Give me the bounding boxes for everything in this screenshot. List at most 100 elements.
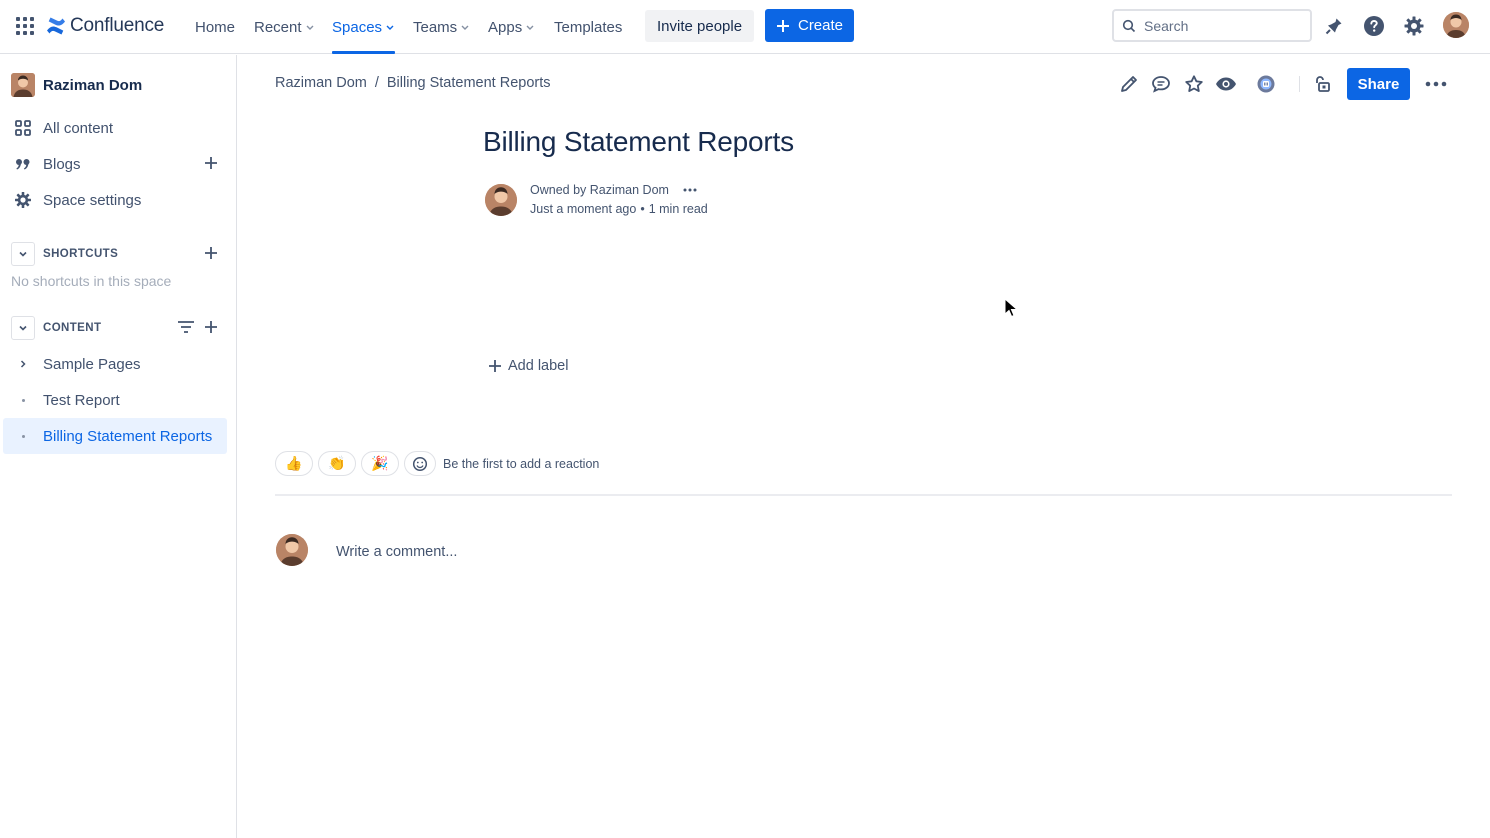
space-header[interactable]: Raziman Dom	[11, 73, 142, 97]
add-blog-plus-icon[interactable]	[203, 155, 219, 171]
nav-recent[interactable]: Recent	[254, 0, 315, 54]
meta-separator: •	[640, 202, 645, 216]
profile-avatar[interactable]	[1443, 12, 1469, 38]
plus-icon	[488, 359, 502, 373]
comments-divider	[275, 494, 1452, 496]
nav-templates[interactable]: Templates	[554, 0, 622, 54]
content-heading: CONTENT	[43, 322, 102, 334]
add-content-plus-icon[interactable]	[203, 319, 219, 335]
breadcrumb-page-link[interactable]: Billing Statement Reports	[387, 75, 551, 91]
confluence-logo-icon	[46, 16, 66, 36]
tree-item-label: Test Report	[43, 391, 120, 409]
app-switcher-icon[interactable]	[14, 15, 36, 37]
toolbar-divider	[1299, 76, 1300, 92]
notifications-icon[interactable]	[1321, 13, 1347, 39]
nav-teams[interactable]: Teams	[413, 0, 470, 54]
owner-avatar[interactable]	[485, 184, 517, 216]
chevron-down-icon	[18, 249, 28, 259]
more-actions-icon[interactable]	[1424, 72, 1448, 96]
mouse-pointer-icon	[1004, 298, 1018, 318]
search-icon	[1122, 19, 1136, 33]
space-avatar	[11, 73, 35, 97]
confluence-logo[interactable]: Confluence	[46, 13, 164, 39]
help-icon[interactable]	[1361, 13, 1387, 39]
nav-templates-label: Templates	[554, 18, 623, 36]
add-shortcut-plus-icon[interactable]	[203, 245, 219, 261]
updated-time: Just a moment ago	[530, 202, 637, 216]
quote-icon	[13, 154, 33, 174]
top-navigation: Confluence Home Recent Spaces Teams Apps…	[0, 0, 1490, 54]
read-time: 1 min read	[648, 202, 708, 216]
nav-spaces[interactable]: Spaces	[332, 0, 396, 54]
tree-item-label: Billing Statement Reports	[43, 427, 213, 445]
search-input[interactable]	[1144, 17, 1294, 34]
tree-item-test-report[interactable]: Test Report	[3, 382, 227, 418]
comment-icon[interactable]	[1149, 72, 1173, 96]
gear-icon	[13, 190, 33, 210]
sidebar-item-label: All content	[43, 119, 114, 137]
page-meta: Just a moment ago • 1 min read	[530, 202, 708, 216]
clapping-hands-icon: 👏	[328, 455, 346, 471]
nav-spaces-label: Spaces	[332, 18, 383, 36]
reaction-prompt: Be the first to add a reaction	[443, 456, 600, 471]
breadcrumb-separator: /	[374, 75, 379, 91]
comment-input[interactable]: Write a comment...	[336, 544, 457, 560]
edit-pencil-icon[interactable]	[1117, 72, 1141, 96]
nav-apps[interactable]: Apps	[488, 0, 535, 54]
plus-icon	[776, 19, 790, 33]
sidebar-item-all-content[interactable]: All content	[3, 110, 227, 146]
chevron-down-icon	[385, 22, 395, 32]
party-popper-icon: 🎉	[371, 455, 389, 471]
reaction-party[interactable]: 🎉	[361, 451, 399, 476]
breadcrumb-space-link[interactable]: Raziman Dom	[275, 75, 367, 91]
create-label: Create	[797, 17, 844, 34]
sidebar-item-label: Blogs	[43, 155, 81, 173]
reaction-thumbs-up[interactable]: 👍	[275, 451, 313, 476]
shortcuts-section-header: SHORTCUTS	[11, 242, 227, 266]
add-emoji-icon	[412, 456, 428, 472]
owner-more-icon[interactable]	[683, 188, 697, 192]
tree-item-label: Sample Pages	[43, 355, 141, 373]
nav-apps-label: Apps	[488, 18, 523, 36]
add-reaction-button[interactable]	[404, 451, 436, 476]
nav-home-label: Home	[195, 18, 236, 36]
add-label-button[interactable]: Add label	[488, 358, 568, 374]
tree-item-billing-statement-reports[interactable]: Billing Statement Reports	[3, 418, 227, 454]
chevron-right-icon[interactable]	[3, 359, 43, 369]
star-icon[interactable]	[1182, 72, 1206, 96]
sidebar-item-blogs[interactable]: Blogs	[3, 146, 227, 182]
unlock-restrictions-icon[interactable]	[1310, 72, 1334, 96]
shortcuts-collapse-toggle[interactable]	[11, 242, 35, 266]
grid-icon	[13, 118, 33, 138]
owner-text[interactable]: Owned by Raziman Dom	[530, 183, 669, 197]
share-button[interactable]: Share	[1347, 68, 1410, 100]
owner-line: Owned by Raziman Dom	[530, 183, 697, 197]
chevron-down-icon	[305, 22, 315, 32]
space-sidebar: Raziman Dom All content Blogs Space sett…	[0, 55, 237, 838]
invite-people-button[interactable]: Invite people	[645, 10, 755, 42]
create-button[interactable]: Create	[765, 9, 854, 42]
logo-text: Confluence	[70, 15, 165, 36]
nav-home[interactable]: Home	[195, 0, 235, 54]
apps-connect-icon[interactable]	[1254, 72, 1278, 96]
chevron-down-icon	[460, 22, 470, 32]
shortcuts-heading: SHORTCUTS	[43, 248, 119, 260]
thumbs-up-icon: 👍	[285, 455, 303, 471]
reactions-bar: 👍 👏 🎉 Be the first to add a reaction	[275, 451, 599, 476]
sidebar-item-label: Space settings	[43, 191, 142, 209]
content-section-header: CONTENT	[11, 316, 227, 340]
watch-eye-icon[interactable]	[1214, 72, 1238, 96]
sidebar-item-space-settings[interactable]: Space settings	[3, 182, 227, 218]
commenter-avatar	[276, 534, 308, 566]
bullet-dot-icon	[3, 434, 43, 438]
nav-teams-label: Teams	[413, 18, 458, 36]
tree-item-sample-pages[interactable]: Sample Pages	[3, 346, 227, 382]
filter-icon[interactable]	[177, 319, 195, 335]
reaction-clap[interactable]: 👏	[318, 451, 356, 476]
page-title: Billing Statement Reports	[483, 126, 794, 157]
search-field[interactable]	[1112, 9, 1312, 42]
content-collapse-toggle[interactable]	[11, 316, 35, 340]
settings-gear-icon[interactable]	[1401, 13, 1427, 39]
chevron-down-icon	[525, 22, 535, 32]
space-name: Raziman Dom	[43, 76, 143, 94]
